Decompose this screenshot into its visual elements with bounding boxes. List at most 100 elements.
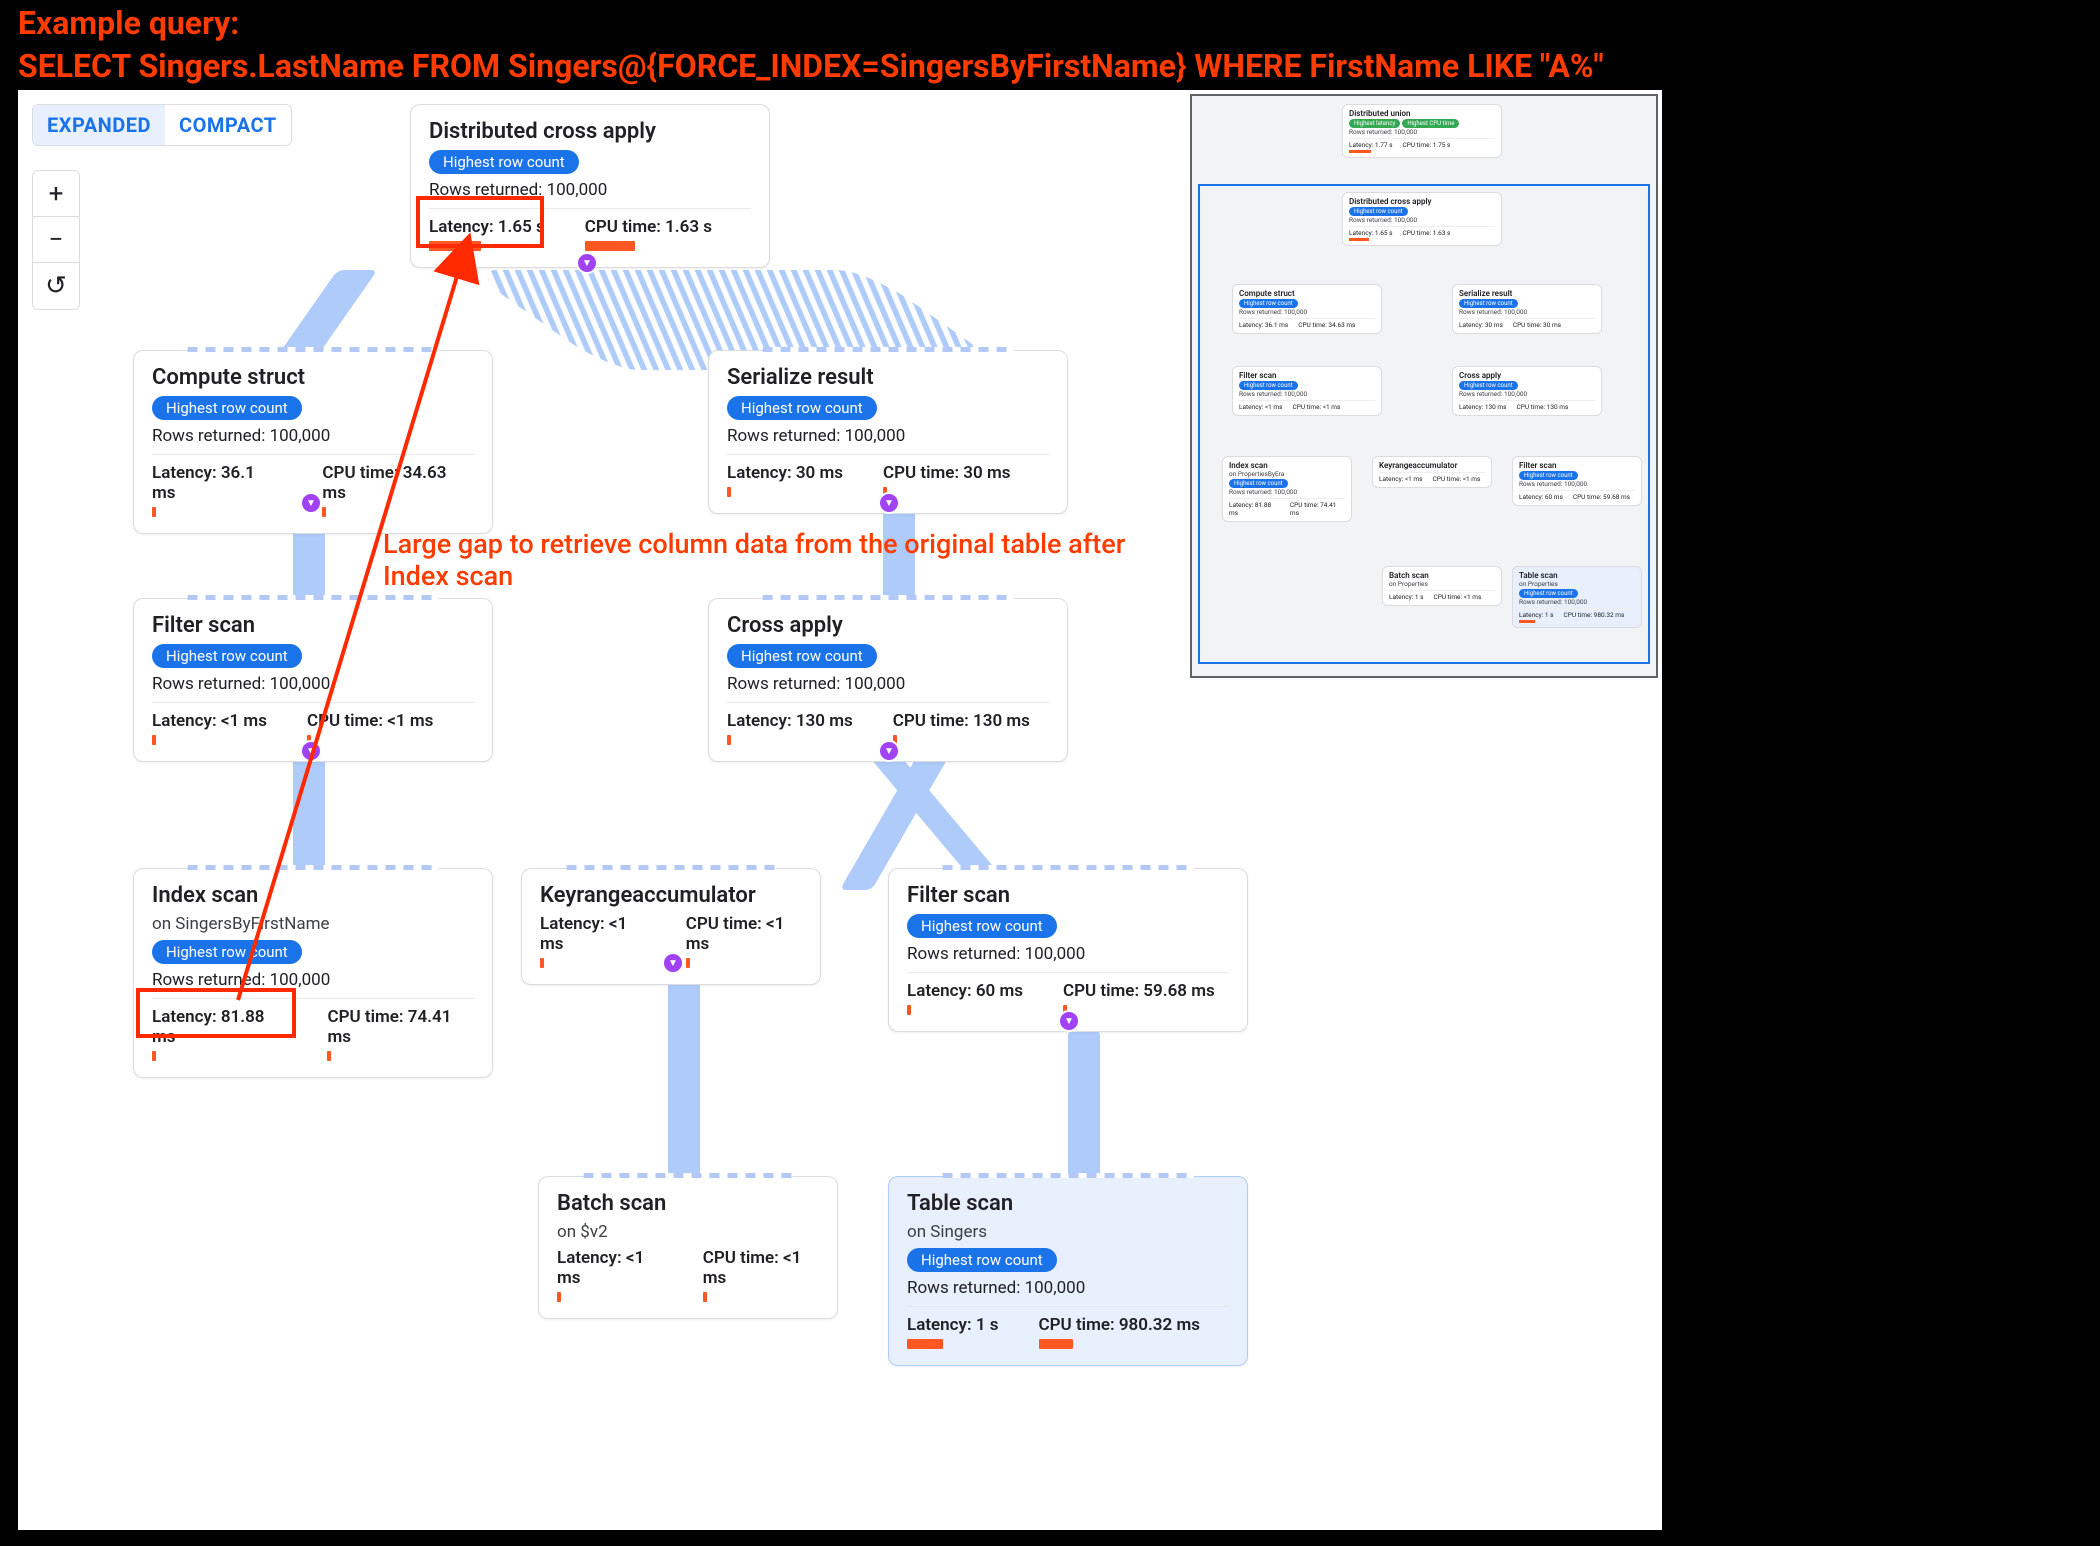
- mm-node-compute-struct[interactable]: Compute struct Highest row count Rows re…: [1232, 284, 1382, 334]
- cpu-bar: [322, 507, 326, 517]
- latency-label: Latency: 130 ms: [727, 711, 853, 731]
- compact-button[interactable]: COMPACT: [165, 105, 291, 145]
- latency-label: Latency: <1 ms: [152, 711, 267, 731]
- rows-returned: Rows returned: 100,000: [907, 1278, 1229, 1298]
- view-toggle: EXPANDED COMPACT: [32, 104, 292, 146]
- node-title: Filter scan: [152, 613, 474, 638]
- latency-bar: [152, 507, 156, 517]
- cpu-label: CPU time: 980.32 ms: [1039, 1315, 1200, 1335]
- annot-mid-text: Large gap to retrieve column data from t…: [383, 528, 1183, 592]
- latency-bar: [907, 1339, 943, 1349]
- latency-label: Latency: 36.1 ms: [152, 463, 282, 503]
- zoom-controls: + − ↺: [32, 170, 80, 310]
- cpu-bar: [1039, 1339, 1073, 1349]
- node-index-scan[interactable]: Index scan on SingersByFirstName Highest…: [133, 868, 493, 1078]
- badge-highest-row-count: Highest row count: [152, 644, 302, 668]
- badge-highest-row-count: Highest row count: [727, 396, 877, 420]
- latency-bar: [907, 1005, 911, 1015]
- chevron-down-icon: [1058, 1010, 1080, 1032]
- cpu-label: CPU time: <1 ms: [307, 711, 433, 731]
- latency-label: Latency: 1.65 s: [429, 217, 545, 237]
- annot-header-line2: SELECT Singers.LastName FROM Singers@{FO…: [18, 45, 1604, 88]
- node-cross-apply[interactable]: Cross apply Highest row count Rows retur…: [708, 598, 1068, 762]
- cpu-label: CPU time: 34.63 ms: [322, 463, 474, 503]
- node-title: Batch scan: [557, 1191, 819, 1216]
- node-batch-scan[interactable]: Batch scan on $v2 Latency: <1 ms CPU tim…: [538, 1176, 838, 1319]
- mm-node-distributed-union[interactable]: Distributed union Highest latencyHighest…: [1342, 104, 1502, 158]
- chevron-down-icon: [878, 492, 900, 514]
- mm-node-table-scan[interactable]: Table scan on Properties Highest row cou…: [1512, 566, 1642, 628]
- latency-label: Latency: 60 ms: [907, 981, 1023, 1001]
- mm-node-keyrangeaccumulator[interactable]: Keyrangeaccumulator Latency: <1 msCPU ti…: [1372, 456, 1492, 488]
- cpu-label: CPU time: <1 ms: [686, 914, 802, 954]
- cpu-label: CPU time: 30 ms: [883, 463, 1010, 483]
- rows-returned: Rows returned: 100,000: [152, 970, 474, 990]
- cpu-bar: [686, 958, 690, 968]
- cpu-bar: [703, 1292, 707, 1302]
- node-distributed-cross-apply[interactable]: Distributed cross apply Highest row coun…: [410, 104, 770, 268]
- mm-node-filter-scan-1[interactable]: Filter scan Highest row count Rows retur…: [1232, 366, 1382, 416]
- badge-highest-row-count: Highest row count: [907, 1248, 1057, 1272]
- zoom-reset-button[interactable]: ↺: [33, 263, 79, 309]
- chevron-down-icon: [300, 492, 322, 514]
- query-plan-canvas[interactable]: EXPANDED COMPACT + − ↺ Distributed cross…: [18, 90, 1662, 1530]
- latency-bar: [152, 735, 156, 745]
- node-title: Index scan: [152, 883, 474, 908]
- node-subtext: on Singers: [907, 1222, 1229, 1242]
- latency-label: Latency: 81.88 ms: [152, 1007, 287, 1047]
- minimap[interactable]: Distributed union Highest latencyHighest…: [1190, 94, 1658, 678]
- badge-highest-row-count: Highest row count: [907, 914, 1057, 938]
- rows-returned: Rows returned: 100,000: [152, 426, 474, 446]
- node-subtext: on SingersByFirstName: [152, 914, 474, 934]
- mm-node-serialize-result[interactable]: Serialize result Highest row count Rows …: [1452, 284, 1602, 334]
- node-title: Compute struct: [152, 365, 474, 390]
- latency-label: Latency: 30 ms: [727, 463, 843, 483]
- node-filter-scan-2[interactable]: Filter scan Highest row count Rows retur…: [888, 868, 1248, 1032]
- badge-highest-row-count: Highest row count: [429, 150, 579, 174]
- zoom-in-button[interactable]: +: [33, 171, 79, 217]
- mm-node-cross-apply[interactable]: Cross apply Highest row count Rows retur…: [1452, 366, 1602, 416]
- expanded-button[interactable]: EXPANDED: [33, 105, 165, 145]
- node-filter-scan-1[interactable]: Filter scan Highest row count Rows retur…: [133, 598, 493, 762]
- chevron-down-icon: [300, 740, 322, 762]
- cpu-label: CPU time: 59.68 ms: [1063, 981, 1215, 1001]
- node-table-scan[interactable]: Table scan on Singers Highest row count …: [888, 1176, 1248, 1366]
- cpu-label: CPU time: 130 ms: [893, 711, 1030, 731]
- rows-returned: Rows returned: 100,000: [907, 944, 1229, 964]
- rows-returned: Rows returned: 100,000: [152, 674, 474, 694]
- latency-label: Latency: <1 ms: [540, 914, 646, 954]
- latency-bar: [727, 735, 731, 745]
- node-title: Table scan: [907, 1191, 1229, 1216]
- chevron-down-icon: [662, 952, 684, 974]
- mm-node-distributed-cross-apply[interactable]: Distributed cross apply Highest row coun…: [1342, 192, 1502, 246]
- chevron-down-icon: [576, 252, 598, 274]
- latency-label: Latency: 1 s: [907, 1315, 999, 1335]
- annot-header: Example query: SELECT Singers.LastName F…: [18, 2, 1604, 88]
- node-subtext: on $v2: [557, 1222, 819, 1242]
- zoom-out-button[interactable]: −: [33, 217, 79, 263]
- latency-bar: [727, 487, 731, 497]
- mm-node-batch-scan[interactable]: Batch scan on Properties Latency: 1 sCPU…: [1382, 566, 1502, 606]
- rows-returned: Rows returned: 100,000: [727, 674, 1049, 694]
- rows-returned: Rows returned: 100,000: [727, 426, 1049, 446]
- cpu-label: CPU time: 1.63 s: [585, 217, 712, 237]
- mm-node-filter-scan-2[interactable]: Filter scan Highest row count Rows retur…: [1512, 456, 1642, 506]
- cpu-label: CPU time: 74.41 ms: [327, 1007, 474, 1047]
- node-title: Keyrangeaccumulator: [540, 883, 802, 908]
- node-title: Filter scan: [907, 883, 1229, 908]
- rows-returned: Rows returned: 100,000: [429, 180, 751, 200]
- latency-bar: [429, 241, 481, 251]
- cpu-label: CPU time: <1 ms: [703, 1248, 819, 1288]
- latency-bar: [540, 958, 544, 968]
- latency-bar: [557, 1292, 561, 1302]
- latency-bar: [152, 1051, 156, 1061]
- node-title: Cross apply: [727, 613, 1049, 638]
- node-serialize-result[interactable]: Serialize result Highest row count Rows …: [708, 350, 1068, 514]
- node-title: Distributed cross apply: [429, 119, 751, 144]
- mm-node-index-scan[interactable]: Index scan on PropertiesByEra Highest ro…: [1222, 456, 1352, 522]
- badge-highest-row-count: Highest row count: [152, 940, 302, 964]
- cpu-bar: [327, 1051, 331, 1061]
- latency-label: Latency: <1 ms: [557, 1248, 663, 1288]
- chevron-down-icon: [878, 740, 900, 762]
- cpu-bar: [585, 241, 635, 251]
